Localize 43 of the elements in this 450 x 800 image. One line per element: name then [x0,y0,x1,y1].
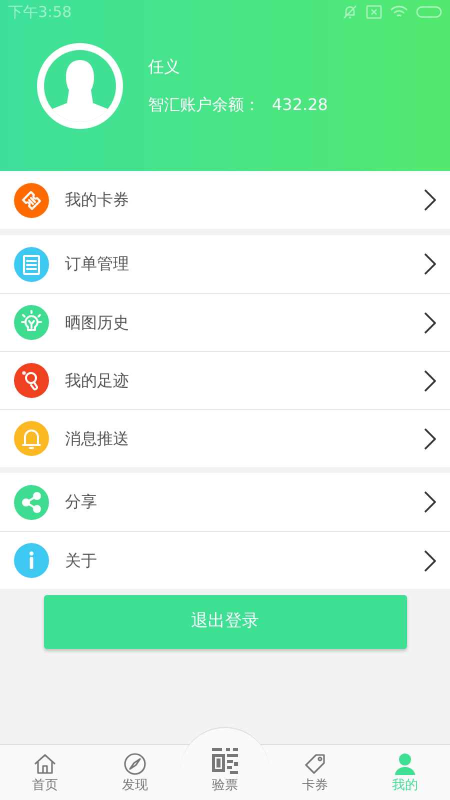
user-icon [393,752,417,776]
qr-code-icon [210,746,240,776]
menu-item-label: 分享 [65,491,98,513]
tab-label: 卡券 [302,779,328,792]
menu-item[interactable]: 我的足迹 [0,351,450,409]
tab-label: 发现 [122,779,148,792]
menu-item[interactable]: 消息推送 [0,409,450,467]
chevron-right-icon [424,312,436,334]
tab-label: 验票 [212,779,238,792]
balance-value: 432.28 [272,94,328,116]
bell-off-icon [342,4,358,20]
menu-item-label: 关于 [65,550,98,572]
person-silhouette-icon [52,60,108,122]
tab[interactable]: 卡券 [270,745,360,800]
compass-icon [123,752,147,776]
home-icon [33,752,57,776]
chevron-right-icon [424,189,436,211]
menu-item[interactable]: 关于 [0,531,450,589]
menu-item-label: 订单管理 [65,253,130,275]
tab-label: 我的 [392,779,418,792]
chevron-right-icon [424,253,436,275]
tab[interactable]: 首页 [0,745,90,800]
menu-item[interactable]: 晒图历史 [0,293,450,351]
wifi-icon [390,5,408,19]
chevron-right-icon [424,491,436,513]
menu-item-label: 消息推送 [65,428,130,450]
chevron-right-icon [424,370,436,392]
status-time: 下午3:58 [8,2,72,23]
tab-label: 首页 [32,779,58,792]
sim-icon [366,5,382,19]
battery-icon [416,6,442,18]
menu-item[interactable]: 我的卡券 [0,171,450,229]
tab[interactable]: 发现 [90,745,180,800]
menu-item[interactable]: 分享 [0,473,450,531]
menu-item-label: 我的卡券 [65,189,130,211]
user-name: 任义 [148,56,181,78]
chevron-right-icon [424,428,436,450]
chevron-right-icon [424,550,436,572]
menu-item[interactable]: 订单管理 [0,235,450,293]
balance-label: 智汇账户余额： [148,94,260,116]
tag-icon [303,752,327,776]
menu-item-label: 晒图历史 [65,312,130,334]
menu-item-label: 我的足迹 [65,370,130,392]
